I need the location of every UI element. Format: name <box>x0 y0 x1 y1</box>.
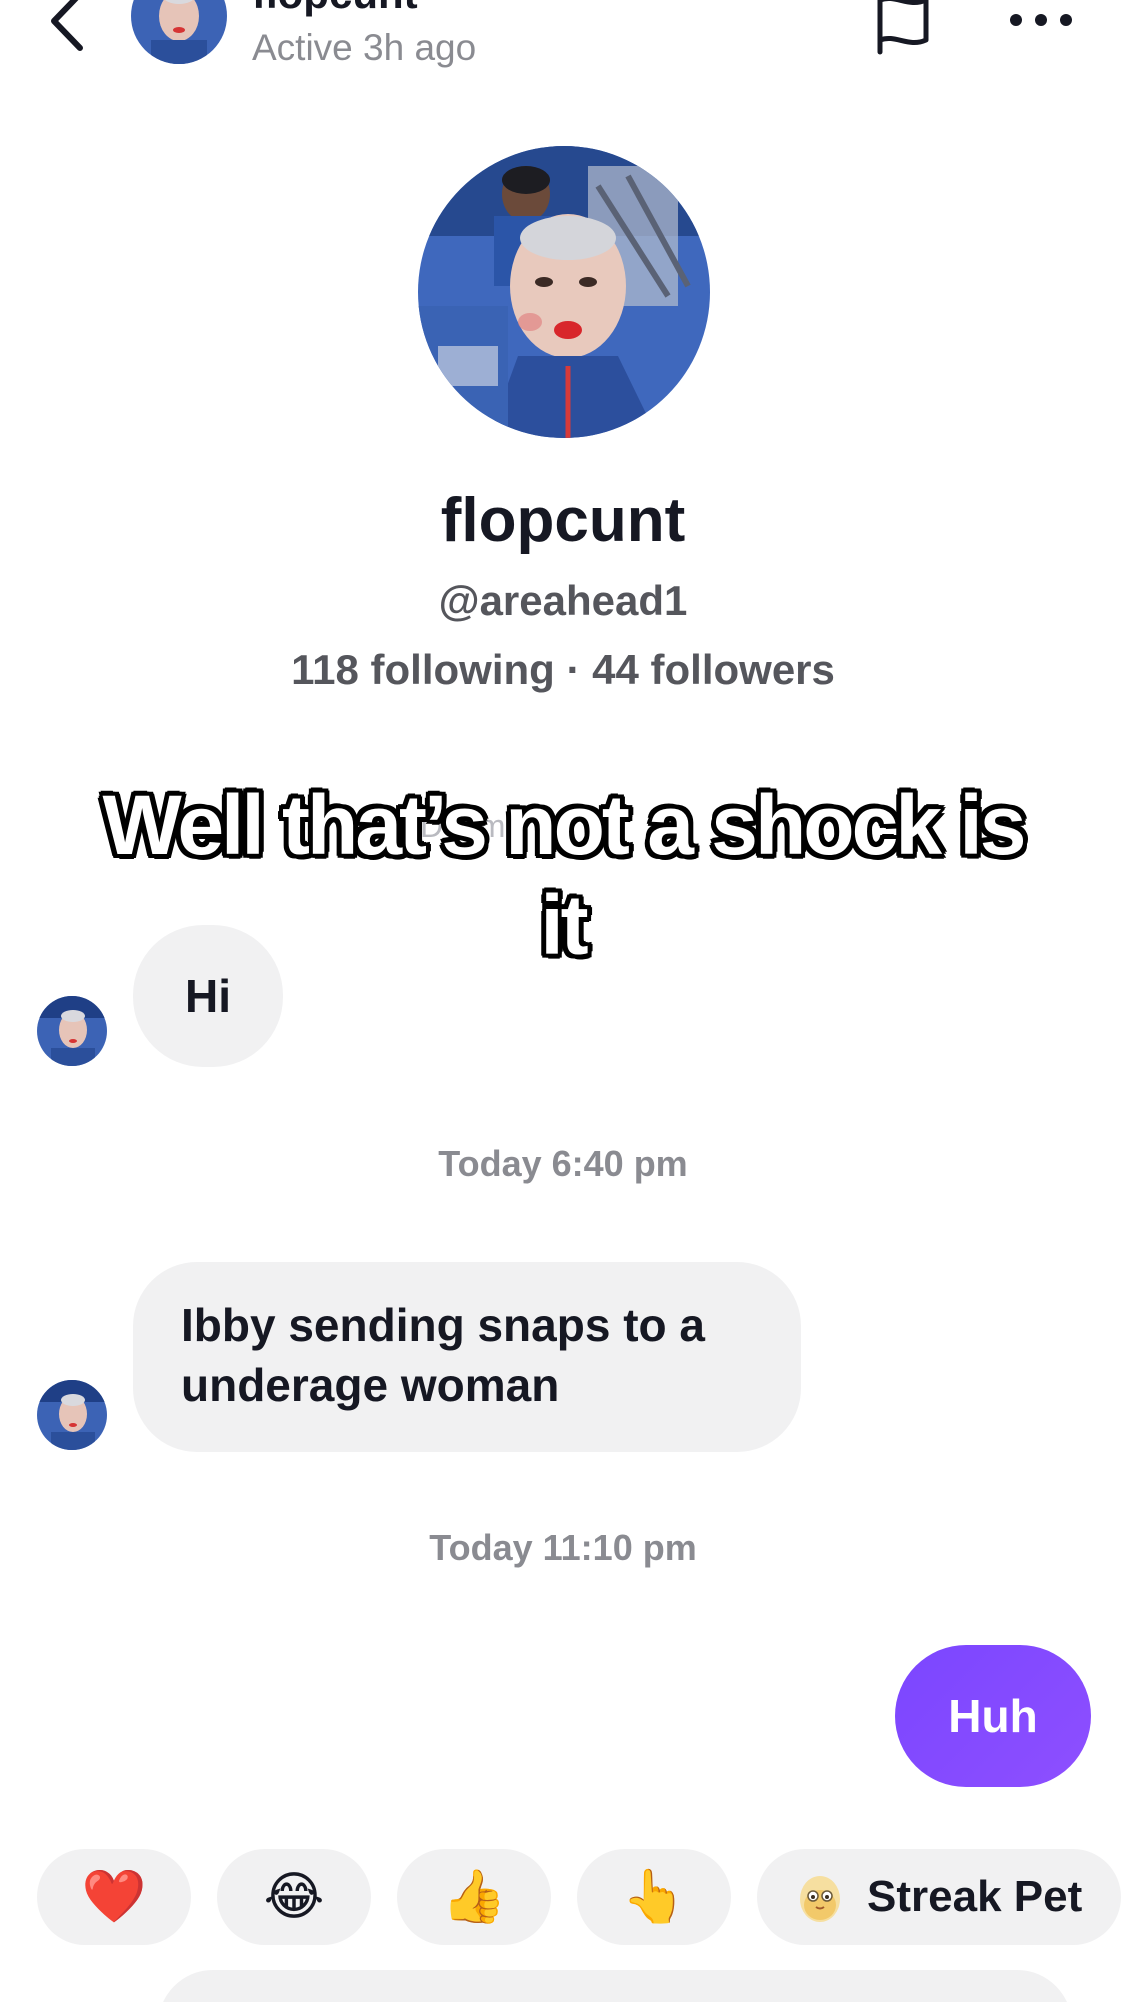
sender-avatar[interactable] <box>37 996 107 1066</box>
profile-follow-stats: 118 following · 44 followers <box>291 646 835 693</box>
header-username[interactable]: flopcunt <box>252 0 418 18</box>
report-button[interactable] <box>868 0 940 58</box>
streak-pet-label: Streak Pet <box>867 1872 1083 1921</box>
message-timestamp: Today 6:40 pm <box>438 1143 688 1184</box>
profile-handle: @areahead1 <box>438 577 688 624</box>
heart-icon: ❤️ <box>81 1868 147 1926</box>
more-horizontal-icon <box>1010 14 1072 26</box>
pointing-up-icon: 👆 <box>621 1868 687 1926</box>
message-bubble-outgoing[interactable]: Huh <box>895 1645 1091 1787</box>
quick-reaction-point-up[interactable]: 👆 <box>577 1849 731 1945</box>
sender-avatar[interactable] <box>37 1380 107 1450</box>
chevron-left-icon <box>51 0 83 51</box>
egg-icon <box>800 1876 840 1922</box>
quick-reaction-heart[interactable]: ❤️ <box>37 1849 191 1945</box>
profile-photo <box>418 146 710 438</box>
profile-display-name: flopcunt <box>440 486 686 555</box>
message-timestamp: Today 11:10 pm <box>429 1527 697 1568</box>
more-options-button[interactable] <box>1006 2 1076 38</box>
chat-header: flopcunt Active 3h ago <box>0 0 1126 90</box>
message-input[interactable] <box>158 1970 1072 2002</box>
quick-reaction-thumbs-up[interactable]: 👍 <box>397 1849 551 1945</box>
avatar-photo <box>37 996 107 1066</box>
streak-pet-button[interactable]: Streak Pet <box>757 1849 1121 1945</box>
laughing-tears-icon: 😂 <box>263 1868 325 1926</box>
message-bubble-incoming[interactable]: Ibby sending snaps to a underage woman <box>133 1262 801 1452</box>
chat-screen: flopcunt Active 3h ago <box>0 0 1126 2002</box>
profile-avatar[interactable] <box>418 146 710 438</box>
avatar-photo <box>37 1380 107 1450</box>
back-button[interactable] <box>40 0 100 56</box>
active-status: Active 3h ago <box>252 27 477 68</box>
flag-icon <box>877 0 929 55</box>
overlay-caption: Well that’s not a shock is it <box>102 778 1027 972</box>
avatar-photo <box>131 0 227 64</box>
header-avatar[interactable] <box>131 0 227 64</box>
quick-reaction-laugh[interactable]: 😂 <box>217 1849 371 1945</box>
thumbs-up-icon: 👍 <box>441 1868 507 1926</box>
